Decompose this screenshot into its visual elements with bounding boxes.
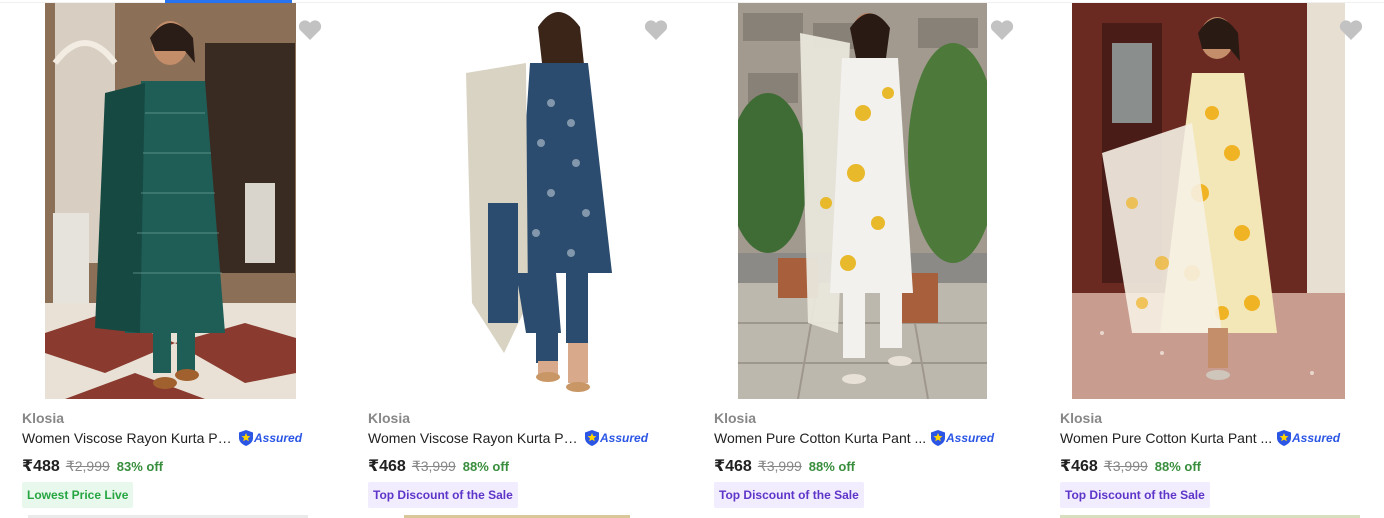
assured-label: Assured	[946, 431, 995, 445]
title-row: Women Pure Cotton Kurta Pant ... Assured	[714, 430, 994, 446]
wishlist-heart-icon[interactable]	[297, 18, 323, 42]
product-brand: Klosia	[714, 410, 757, 426]
product-title[interactable]: Women Viscose Rayon Kurta Pa...	[22, 430, 235, 446]
wishlist-heart-icon[interactable]	[1338, 18, 1364, 42]
discount-percent: 83% off	[116, 459, 164, 474]
assured-badge: Assured	[585, 430, 648, 446]
product-image[interactable]	[45, 3, 296, 399]
price-row: ₹468 ₹3,999 88% off	[1060, 456, 1201, 476]
assured-shield-icon	[931, 430, 945, 446]
product-brand: Klosia	[22, 410, 65, 426]
selling-price: ₹468	[1060, 458, 1098, 475]
price-row: ₹468 ₹3,999 88% off	[714, 456, 855, 476]
wishlist-heart-icon[interactable]	[989, 18, 1015, 42]
offer-badge: Top Discount of the Sale	[368, 482, 518, 508]
assured-badge: Assured	[931, 430, 994, 446]
product-brand: Klosia	[1060, 410, 1103, 426]
assured-label: Assured	[254, 431, 303, 445]
price-row: ₹468 ₹3,999 88% off	[368, 456, 509, 476]
selling-price: ₹468	[714, 458, 752, 475]
selling-price: ₹488	[22, 458, 60, 475]
product-brand: Klosia	[368, 410, 411, 426]
product-image[interactable]	[426, 3, 676, 399]
offer-badge: Top Discount of the Sale	[714, 482, 864, 508]
original-price: ₹3,999	[411, 458, 456, 474]
offer-badge: Lowest Price Live	[22, 482, 134, 508]
original-price: ₹3,999	[1103, 458, 1148, 474]
product-card[interactable]: Klosia Women Pure Cotton Kurta Pant ... …	[692, 0, 1038, 518]
product-title[interactable]: Women Pure Cotton Kurta Pant ...	[714, 430, 927, 446]
discount-percent: 88% off	[808, 459, 856, 474]
product-card[interactable]: Klosia Women Viscose Rayon Kurta Pa... A…	[0, 0, 346, 518]
product-title[interactable]: Women Pure Cotton Kurta Pant ...	[1060, 430, 1273, 446]
assured-label: Assured	[600, 431, 649, 445]
original-price: ₹2,999	[65, 458, 110, 474]
product-card[interactable]: Klosia Women Viscose Rayon Kurta Pa... A…	[346, 0, 692, 518]
discount-percent: 88% off	[1154, 459, 1202, 474]
product-title[interactable]: Women Viscose Rayon Kurta Pa...	[368, 430, 581, 446]
original-price: ₹3,999	[757, 458, 802, 474]
product-image[interactable]	[738, 3, 987, 399]
assured-badge: Assured	[239, 430, 302, 446]
offer-badge: Top Discount of the Sale	[1060, 482, 1210, 508]
assured-shield-icon	[1277, 430, 1291, 446]
selling-price: ₹468	[368, 458, 406, 475]
assured-badge: Assured	[1277, 430, 1340, 446]
wishlist-heart-icon[interactable]	[643, 18, 669, 42]
discount-percent: 88% off	[462, 459, 510, 474]
assured-shield-icon	[585, 430, 599, 446]
title-row: Women Viscose Rayon Kurta Pa... Assured	[368, 430, 648, 446]
assured-label: Assured	[1292, 431, 1341, 445]
product-image[interactable]	[1072, 3, 1345, 399]
title-row: Women Pure Cotton Kurta Pant ... Assured	[1060, 430, 1340, 446]
product-grid: Klosia Women Viscose Rayon Kurta Pa... A…	[0, 0, 1384, 518]
price-row: ₹488 ₹2,999 83% off	[22, 456, 163, 476]
assured-shield-icon	[239, 430, 253, 446]
product-card[interactable]: Klosia Women Pure Cotton Kurta Pant ... …	[1038, 0, 1384, 518]
title-row: Women Viscose Rayon Kurta Pa... Assured	[22, 430, 302, 446]
